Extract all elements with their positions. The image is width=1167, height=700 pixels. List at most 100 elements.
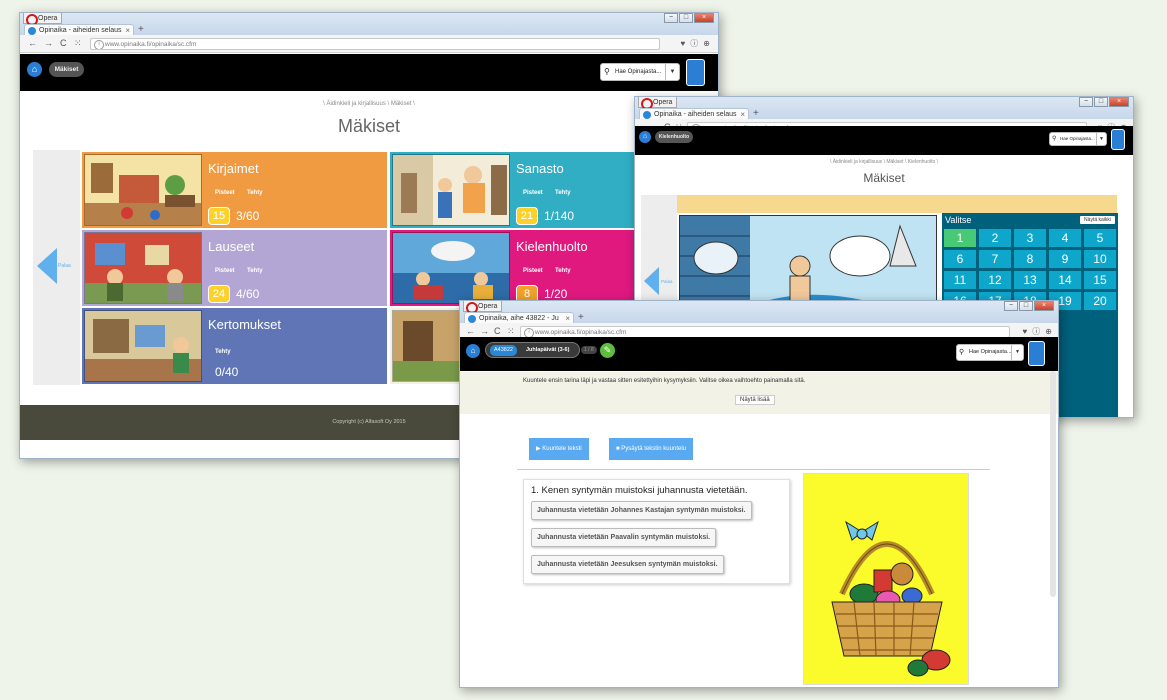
number-cell-11[interactable]: 11 [944,271,976,289]
number-cell-13[interactable]: 13 [1014,271,1046,289]
maximize-button[interactable]: □ [679,13,693,23]
minimize-button[interactable]: − [1079,97,1093,107]
chevron-down-icon[interactable]: ▼ [1096,133,1106,145]
unit-pill[interactable]: A43822 Juhlapäivät (3-6) [485,342,580,358]
tile-image [84,232,202,304]
number-cell-14[interactable]: 14 [1049,271,1081,289]
listen-button[interactable]: ▶ Kuuntele teksti [529,438,589,460]
show-all-button[interactable]: Näytä kaikki [1080,216,1115,224]
number-cell-20[interactable]: 20 [1084,292,1116,310]
favicon-icon [643,111,651,119]
done-count: 4/60 [236,287,260,301]
reload-icon[interactable]: C [60,37,67,50]
answer-option-2[interactable]: Juhannusta vietetään Paavalin syntymän m… [531,528,717,547]
tab-title: Opinaika, aihe 43822 - Ju [479,315,559,322]
forward-arrow-icon[interactable]: → [44,37,53,50]
search-placeholder: Hae Opinajasta... [615,69,662,75]
number-cell-6[interactable]: 6 [944,250,976,268]
number-cell-3[interactable]: 3 [1014,229,1046,247]
answer-option-1[interactable]: Juhannusta vietetään Johannes Kastajan s… [531,501,752,520]
new-tab-icon[interactable]: + [578,312,584,323]
address-bar: ← → C ⁙ www.opinaika.fi/opinaika/sc.cfm … [20,35,718,53]
opera-menu-button[interactable]: Opera [638,97,678,110]
answer-option-3[interactable]: Juhannusta vietetään Jeesuksen syntymän … [531,555,724,574]
chevron-down-icon[interactable]: ▼ [1011,345,1023,360]
download-icon[interactable]: ⊕ [703,37,710,50]
back-panel[interactable]: Palaa [33,150,80,385]
user-avatar[interactable] [1111,129,1125,150]
opera-menu-button[interactable]: Opera [463,301,503,314]
page-counter: 1 / 8 [581,346,597,354]
number-cell-2[interactable]: 2 [979,229,1011,247]
home-icon[interactable]: ⌂ [466,344,480,358]
user-avatar[interactable] [686,59,705,86]
search-icon: ⚲ [604,67,610,76]
done-label: Tehty [555,268,571,274]
speed-dial-icon[interactable]: ⁙ [74,37,82,50]
tile-kielenhuolto[interactable]: Kielenhuolto Pisteet Tehty 8 1/20 [390,230,636,306]
number-cell-10[interactable]: 10 [1084,250,1116,268]
number-cell-12[interactable]: 12 [979,271,1011,289]
user-avatar[interactable] [1028,341,1045,366]
home-icon[interactable]: ⌂ [27,62,42,77]
nav-pill-makiset[interactable]: Mäkiset [49,62,84,77]
points-badge: 24 [208,285,230,303]
done-label: Tehty [247,190,263,196]
url-field[interactable]: www.opinaika.fi/opinaika/sc.cfm [90,38,660,50]
opera-menu-button[interactable]: Opera [23,13,63,26]
window-controls: − □ × [664,13,714,23]
minimize-button[interactable]: − [664,13,678,23]
tile-kirjaimet[interactable]: Kirjaimet Pisteet Tehty 15 3/60 [82,152,387,228]
minimize-button[interactable]: − [1004,301,1018,311]
number-cell-15[interactable]: 15 [1084,271,1116,289]
stop-listening-button[interactable]: ■ Pysäytä tekstin kuuntelu [609,438,693,460]
lauseet-illustration [85,233,201,303]
back-arrow-icon[interactable]: ← [28,37,37,50]
maximize-button[interactable]: □ [1094,97,1108,107]
new-tab-icon[interactable]: + [138,24,144,35]
close-window-button[interactable]: × [1109,97,1129,107]
search-placeholder: Hae Opinajasta... [1060,136,1095,141]
info-icon[interactable]: ⓘ [690,37,698,50]
site-navbar: ⌂ Mäkiset ⚲ Hae Opinajasta... ▼ [20,54,718,91]
chevron-down-icon[interactable]: ▼ [665,64,679,80]
done-count: 1/20 [544,287,568,301]
tile-image [392,154,510,226]
basket-illustration [804,474,968,684]
heart-icon[interactable]: ♥ [681,37,686,50]
window-controls: − □ × [1004,301,1054,311]
tile-image [84,310,202,382]
number-cell-9[interactable]: 9 [1049,250,1081,268]
number-cell-1[interactable]: 1 [944,229,976,247]
header-strip [677,195,1117,213]
new-tab-icon[interactable]: + [753,108,759,119]
wrench-icon[interactable]: ✎ [600,343,615,358]
close-window-button[interactable]: × [1034,301,1054,311]
close-window-button[interactable]: × [694,13,714,23]
tile-kertomukset[interactable]: Kertomukset Tehty 0/40 [82,308,387,384]
back-arrow-icon[interactable] [644,267,659,295]
home-icon[interactable]: ⌂ [639,131,651,143]
search-placeholder: Hae Opinajasta... [969,349,1012,355]
number-cell-7[interactable]: 7 [979,250,1011,268]
nav-pill-kielenhuolto[interactable]: Kielenhuolto [655,131,693,143]
show-more-button[interactable]: Näytä lisää [735,395,775,405]
breadcrumb: \ Äidinkieli ja kirjallisuus \ Mäkiset \ [323,101,415,107]
search-box[interactable]: ⚲ Hae Opinajasta... ▼ [1049,132,1107,146]
number-cell-4[interactable]: 4 [1049,229,1081,247]
search-icon: ⚲ [1052,136,1057,142]
points-badge: 15 [208,207,230,225]
search-box[interactable]: ⚲ Hae Opinajasta... ▼ [956,344,1024,361]
unit-code: A43822 [490,345,517,356]
search-box[interactable]: ⚲ Hae Opinajasta... ▼ [600,63,680,81]
points-label: Pisteet [523,268,543,274]
scrollbar[interactable] [1050,371,1056,597]
tile-lauseet[interactable]: Lauseet Pisteet Tehty 24 4/60 [82,230,387,306]
number-cell-8[interactable]: 8 [1014,250,1046,268]
tile-sanasto[interactable]: Sanasto Pisteet Tehty 21 1/140 [390,152,636,228]
number-cell-5[interactable]: 5 [1084,229,1116,247]
tile-title: Kirjaimet [208,161,259,176]
maximize-button[interactable]: □ [1019,301,1033,311]
back-arrow-icon[interactable] [37,248,57,284]
favicon-icon [28,27,36,35]
